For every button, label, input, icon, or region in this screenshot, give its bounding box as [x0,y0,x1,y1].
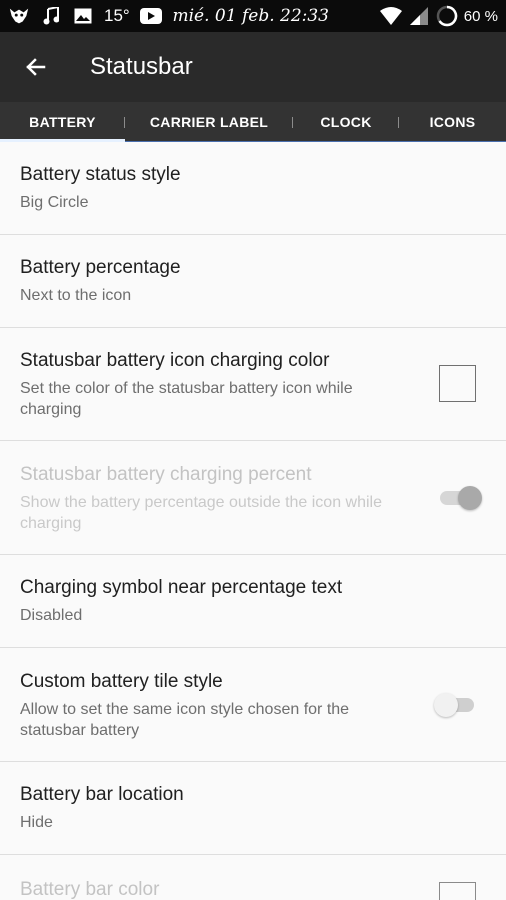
pref-summary: Disabled [20,607,83,624]
switch-thumb [458,486,482,510]
tab-label: CLOCK [320,114,372,130]
settings-screen: 15° mié. 01 feb. 22:33 60 % Statusbar BA… [0,0,506,900]
tab-label: BATTERY [29,114,96,130]
pref-title: Statusbar battery charging percent [20,464,312,485]
tab-clock[interactable]: CLOCK [293,102,399,142]
pref-title: Battery bar location [20,784,184,805]
pref-custom-battery-tile-style[interactable]: Custom battery tile style Allow to set t… [0,648,506,762]
page-title: Statusbar [90,53,193,80]
tab-label: CARRIER LABEL [149,114,269,130]
back-arrow-icon[interactable] [22,53,50,81]
pref-battery-bar-color: Battery bar color [0,855,506,900]
pref-summary: Big Circle [20,194,89,211]
music-note-icon [40,5,62,27]
pref-summary: Set the color of the statusbar battery i… [20,380,353,418]
color-preview-checkbox [439,882,476,900]
pref-battery-percentage[interactable]: Battery percentage Next to the icon [0,235,506,328]
pref-title: Battery status style [20,164,181,185]
pref-charging-symbol[interactable]: Charging symbol near percentage text Dis… [0,555,506,648]
tab-battery[interactable]: BATTERY [0,102,125,142]
cellular-signal-icon [408,5,430,27]
battery-percent-text: 60 % [463,7,498,25]
switch-thumb [434,693,458,717]
tab-carrier-label[interactable]: CARRIER LABEL [125,102,293,142]
app-logo-icon [8,5,30,27]
pref-battery-icon-charging-color[interactable]: Statusbar battery icon charging color Se… [0,328,506,441]
temperature-text: 15° [104,6,130,25]
tab-icons[interactable]: ICONS [399,102,506,142]
pref-battery-charging-percent: Statusbar battery charging percent Show … [0,441,506,555]
video-icon [139,5,162,27]
pref-summary: Next to the icon [20,287,132,304]
pref-battery-status-style[interactable]: Battery status style Big Circle [0,142,506,235]
pref-summary: Hide [20,814,53,831]
pref-summary: Allow to set the same icon style chosen … [20,701,350,739]
pref-title: Battery percentage [20,257,181,278]
custom-tile-style-switch[interactable] [434,691,482,719]
pref-title: Custom battery tile style [20,671,223,692]
pref-title: Statusbar battery icon charging color [20,350,330,371]
app-toolbar: Statusbar [0,32,506,102]
battery-circle-icon [436,5,458,27]
status-datetime: mié. 01 feb. 22:33 [172,6,330,26]
pref-summary: Show the battery percentage outside the … [20,494,383,532]
color-preview-checkbox[interactable] [439,365,476,402]
status-bar: 15° mié. 01 feb. 22:33 60 % [0,0,506,32]
pref-title: Battery bar color [20,879,160,900]
wifi-icon [379,5,402,27]
charging-percent-switch [440,484,482,512]
image-icon [72,5,94,27]
pref-title: Charging symbol near percentage text [20,577,343,598]
pref-battery-bar-location[interactable]: Battery bar location Hide [0,762,506,855]
tab-bar: BATTERY CARRIER LABEL CLOCK ICONS [0,102,506,142]
tab-label: ICONS [429,114,476,130]
